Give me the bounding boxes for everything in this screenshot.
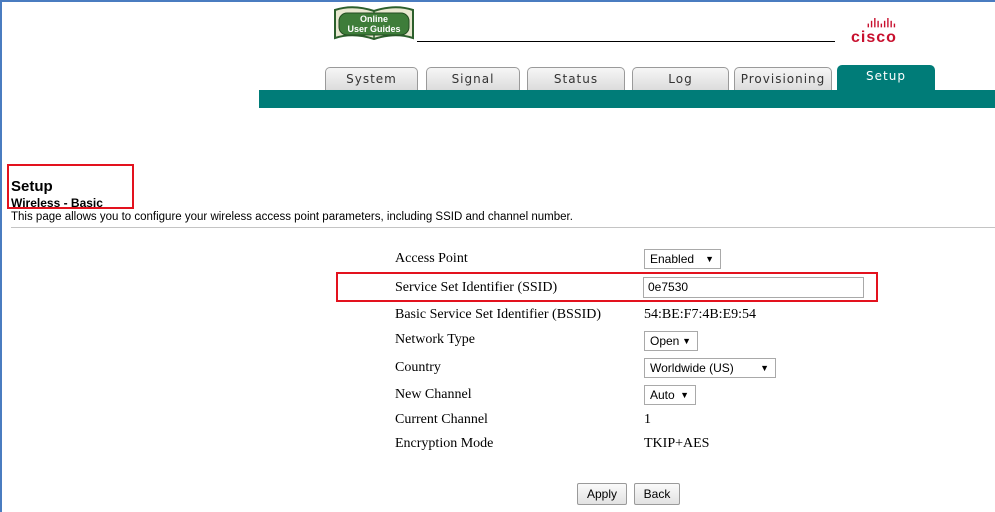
logo-line1: Online xyxy=(360,14,388,24)
bssid-value: 54:BE:F7:4B:E9:54 xyxy=(644,307,757,322)
chevron-down-icon: ▼ xyxy=(680,390,689,400)
tab-system[interactable]: System xyxy=(325,67,418,90)
cisco-logo-text: cisco xyxy=(851,29,897,46)
country-label: Country xyxy=(395,360,441,375)
bssid-label: Basic Service Set Identifier (BSSID) xyxy=(395,307,602,322)
tab-setup[interactable]: Setup xyxy=(837,65,935,90)
logo-line2: User Guides xyxy=(347,24,400,34)
online-user-guides-logo-icon[interactable]: Online User Guides xyxy=(333,4,415,42)
tab-log[interactable]: Log xyxy=(632,67,729,90)
network-type-value: Open xyxy=(650,334,680,348)
network-type-select[interactable]: Open ▼ xyxy=(644,331,698,351)
ssid-label: Service Set Identifier (SSID) xyxy=(395,280,558,295)
ssid-input[interactable]: 0e7530 xyxy=(643,277,864,298)
tab-status[interactable]: Status xyxy=(527,67,625,90)
nav-bar xyxy=(259,90,995,108)
country-select[interactable]: Worldwide (US) ▼ xyxy=(644,358,776,378)
apply-button[interactable]: Apply xyxy=(577,483,627,505)
current-channel-label: Current Channel xyxy=(395,412,488,427)
divider xyxy=(11,227,995,228)
access-point-label: Access Point xyxy=(395,251,468,266)
back-button[interactable]: Back xyxy=(634,483,680,505)
tab-signal[interactable]: Signal xyxy=(426,67,520,90)
new-channel-select[interactable]: Auto ▼ xyxy=(644,385,696,405)
tab-provisioning[interactable]: Provisioning xyxy=(734,67,832,90)
encryption-mode-value: TKIP+AES xyxy=(644,436,710,451)
chevron-down-icon: ▼ xyxy=(705,254,714,264)
access-point-value: Enabled xyxy=(650,252,695,266)
page-title: Setup xyxy=(11,178,53,195)
chevron-down-icon: ▼ xyxy=(682,336,691,346)
chevron-down-icon: ▼ xyxy=(760,363,769,373)
new-channel-value: Auto xyxy=(650,388,675,402)
access-point-select[interactable]: Enabled ▼ xyxy=(644,249,721,269)
country-value: Worldwide (US) xyxy=(650,361,734,375)
header-rule xyxy=(417,41,835,42)
page-subtitle: Wireless - Basic xyxy=(11,196,103,210)
network-type-label: Network Type xyxy=(395,332,476,347)
new-channel-label: New Channel xyxy=(395,387,472,402)
current-channel-value: 1 xyxy=(644,412,651,427)
page-description: This page allows you to configure your w… xyxy=(11,211,573,223)
encryption-mode-label: Encryption Mode xyxy=(395,436,494,451)
